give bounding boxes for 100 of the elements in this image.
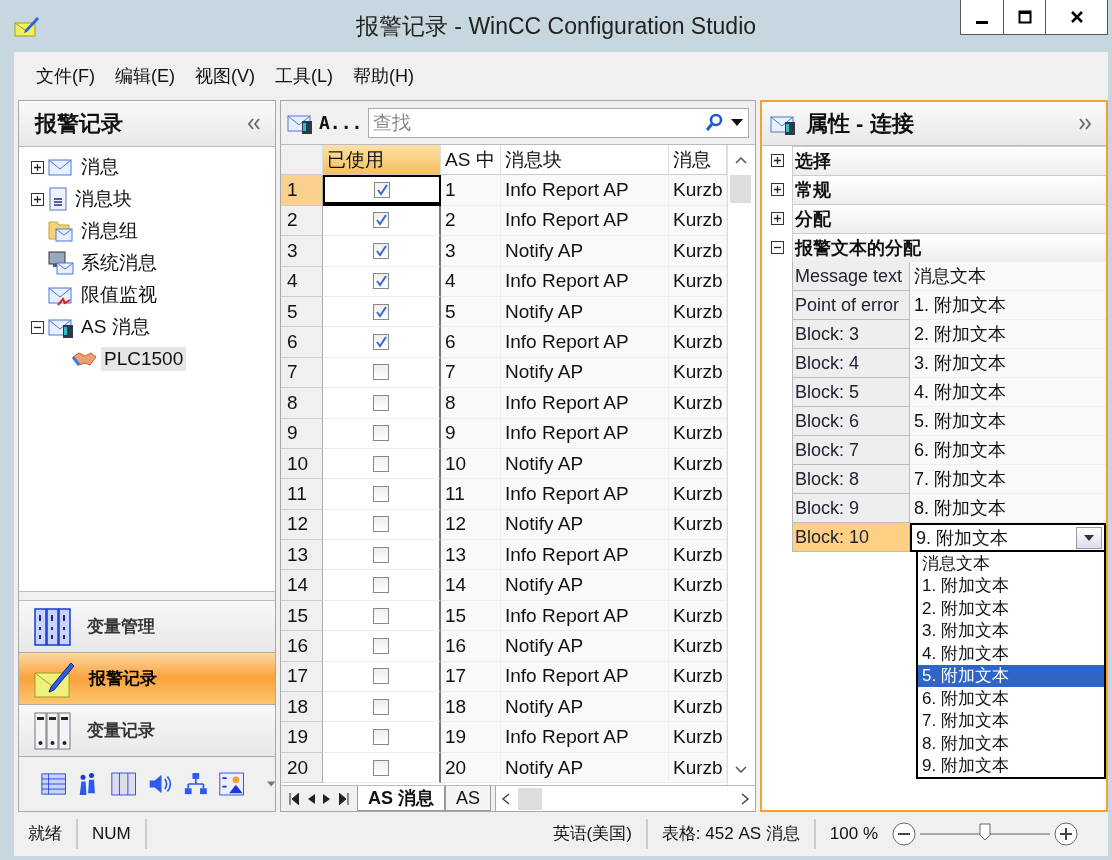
dropdown-option[interactable]: 9. 附加文本 — [918, 754, 1104, 777]
checkbox[interactable] — [373, 486, 389, 502]
editor-nav-item[interactable]: 报警记录 — [19, 653, 275, 705]
group-header[interactable]: 常规 — [792, 175, 1106, 204]
property-value[interactable]: 8. 附加文本 — [910, 494, 1106, 523]
tree-item[interactable]: 限值监视 — [78, 281, 160, 309]
property-value[interactable]: 6. 附加文本 — [910, 436, 1106, 465]
tree-item[interactable]: PLC1500 — [101, 347, 187, 371]
tree-item[interactable]: 消息块 — [72, 185, 135, 213]
row-header[interactable]: 17 — [281, 661, 323, 693]
checkbox[interactable] — [373, 273, 389, 290]
caret-icon[interactable] — [731, 118, 743, 127]
property-value[interactable]: 5. 附加文本 — [910, 407, 1106, 436]
row-header[interactable]: 5 — [281, 296, 323, 328]
row-header[interactable]: 1 — [281, 175, 323, 206]
column-header[interactable]: 消息 — [669, 145, 727, 176]
checkbox[interactable] — [373, 759, 389, 776]
checkbox[interactable] — [373, 242, 389, 259]
property-value[interactable]: 消息文本 — [910, 262, 1106, 291]
dropdown-option[interactable]: 4. 附加文本 — [918, 642, 1104, 665]
splitter-handle[interactable] — [19, 591, 275, 601]
checkbox[interactable] — [373, 303, 389, 320]
search-icon[interactable] — [705, 112, 723, 133]
first-icon[interactable] — [289, 792, 299, 805]
row-header[interactable]: 14 — [281, 570, 323, 601]
tree-item[interactable]: AS 消息 — [78, 313, 153, 341]
dropdown-option[interactable]: 5. 附加文本 — [918, 664, 1104, 687]
expand-icon[interactable] — [31, 160, 44, 174]
property-value[interactable]: 1. 附加文本 — [910, 291, 1106, 320]
zoom-out-icon[interactable] — [892, 822, 916, 846]
scroll-up-icon[interactable] — [734, 156, 747, 164]
scroll-thumb[interactable] — [518, 787, 543, 810]
picture-list-icon[interactable] — [219, 769, 245, 799]
row-header[interactable]: 11 — [281, 479, 323, 510]
next-icon[interactable] — [323, 792, 331, 805]
checkbox[interactable] — [374, 181, 390, 198]
row-header[interactable]: 2 — [281, 205, 323, 237]
group-header[interactable]: 分配 — [792, 204, 1106, 233]
column-header[interactable]: 消息块 — [501, 145, 669, 176]
sheet-tab[interactable]: AS 消息 — [357, 786, 445, 811]
row-header[interactable]: 18 — [281, 692, 323, 723]
property-value[interactable]: 3. 附加文本 — [910, 349, 1106, 378]
menu-item[interactable]: 视图(V) — [187, 60, 263, 92]
collapse-icon[interactable] — [770, 241, 784, 254]
vertical-scrollbar[interactable] — [727, 145, 753, 785]
row-header[interactable]: 12 — [281, 509, 323, 541]
tree-item[interactable]: 消息组 — [78, 217, 141, 245]
checkbox[interactable] — [373, 425, 389, 442]
scroll-down-icon[interactable] — [734, 766, 747, 774]
editor-nav-item[interactable]: 变量管理 — [19, 601, 275, 653]
editor-nav-item[interactable]: 变量记录 — [19, 705, 275, 757]
row-header[interactable]: 10 — [281, 448, 323, 480]
last-icon[interactable] — [339, 792, 349, 805]
dropdown-option[interactable]: 7. 附加文本 — [918, 709, 1104, 732]
dropdown-option[interactable]: 6. 附加文本 — [918, 687, 1104, 710]
checkbox[interactable] — [373, 334, 389, 351]
previous-icon[interactable] — [307, 792, 315, 805]
checkbox[interactable] — [373, 364, 389, 381]
row-header[interactable]: 6 — [281, 327, 323, 358]
zoom-in-icon[interactable] — [1054, 822, 1078, 846]
dropdown-option[interactable]: 3. 附加文本 — [918, 619, 1104, 642]
tree-item[interactable]: 系统消息 — [78, 249, 160, 277]
checkbox[interactable] — [373, 546, 389, 563]
group-header[interactable]: 选择 — [792, 146, 1106, 175]
row-header[interactable]: 8 — [281, 388, 323, 419]
sheet-tab[interactable]: AS — [445, 786, 492, 811]
row-header[interactable]: 7 — [281, 357, 323, 389]
row-header[interactable]: 3 — [281, 236, 323, 267]
search-field[interactable]: 查找 — [368, 107, 749, 138]
row-header[interactable]: 4 — [281, 266, 323, 297]
collapse-icon[interactable] — [31, 320, 44, 334]
dropdown-option[interactable]: 消息文本 — [918, 552, 1104, 575]
dropdown-option[interactable]: 8. 附加文本 — [918, 732, 1104, 755]
dropdown-field[interactable]: 9. 附加文本 — [910, 523, 1106, 552]
scroll-thumb[interactable] — [730, 175, 751, 203]
expand-icon[interactable] — [770, 183, 784, 196]
row-header[interactable]: 19 — [281, 722, 323, 753]
property-value[interactable]: 2. 附加文本 — [910, 320, 1106, 349]
maximize-button[interactable] — [1003, 0, 1045, 34]
property-value[interactable]: 4. 附加文本 — [910, 378, 1106, 407]
dropdown-option[interactable]: 2. 附加文本 — [918, 597, 1104, 620]
row-header[interactable]: 15 — [281, 600, 323, 632]
column-header[interactable]: 已使用 — [323, 145, 441, 176]
row-header[interactable]: 16 — [281, 631, 323, 662]
minimize-button[interactable] — [961, 0, 1003, 34]
checkbox[interactable] — [373, 729, 389, 746]
checkbox[interactable] — [373, 577, 389, 594]
menu-item[interactable]: 文件(F) — [28, 60, 103, 92]
checkbox[interactable] — [373, 668, 389, 685]
menu-item[interactable]: 工具(L) — [267, 60, 341, 92]
dropdown-button[interactable] — [1076, 526, 1102, 549]
column-header[interactable]: AS 中 — [441, 145, 501, 176]
checkbox[interactable] — [373, 212, 389, 229]
binders-icon[interactable] — [110, 769, 136, 799]
group-header[interactable]: 报警文本的分配 — [792, 233, 1106, 262]
expand-icon[interactable] — [770, 212, 784, 225]
row-header[interactable]: 13 — [281, 540, 323, 571]
checkbox[interactable] — [373, 516, 389, 533]
menu-item[interactable]: 帮助(H) — [345, 60, 422, 92]
row-header[interactable]: 9 — [281, 418, 323, 449]
